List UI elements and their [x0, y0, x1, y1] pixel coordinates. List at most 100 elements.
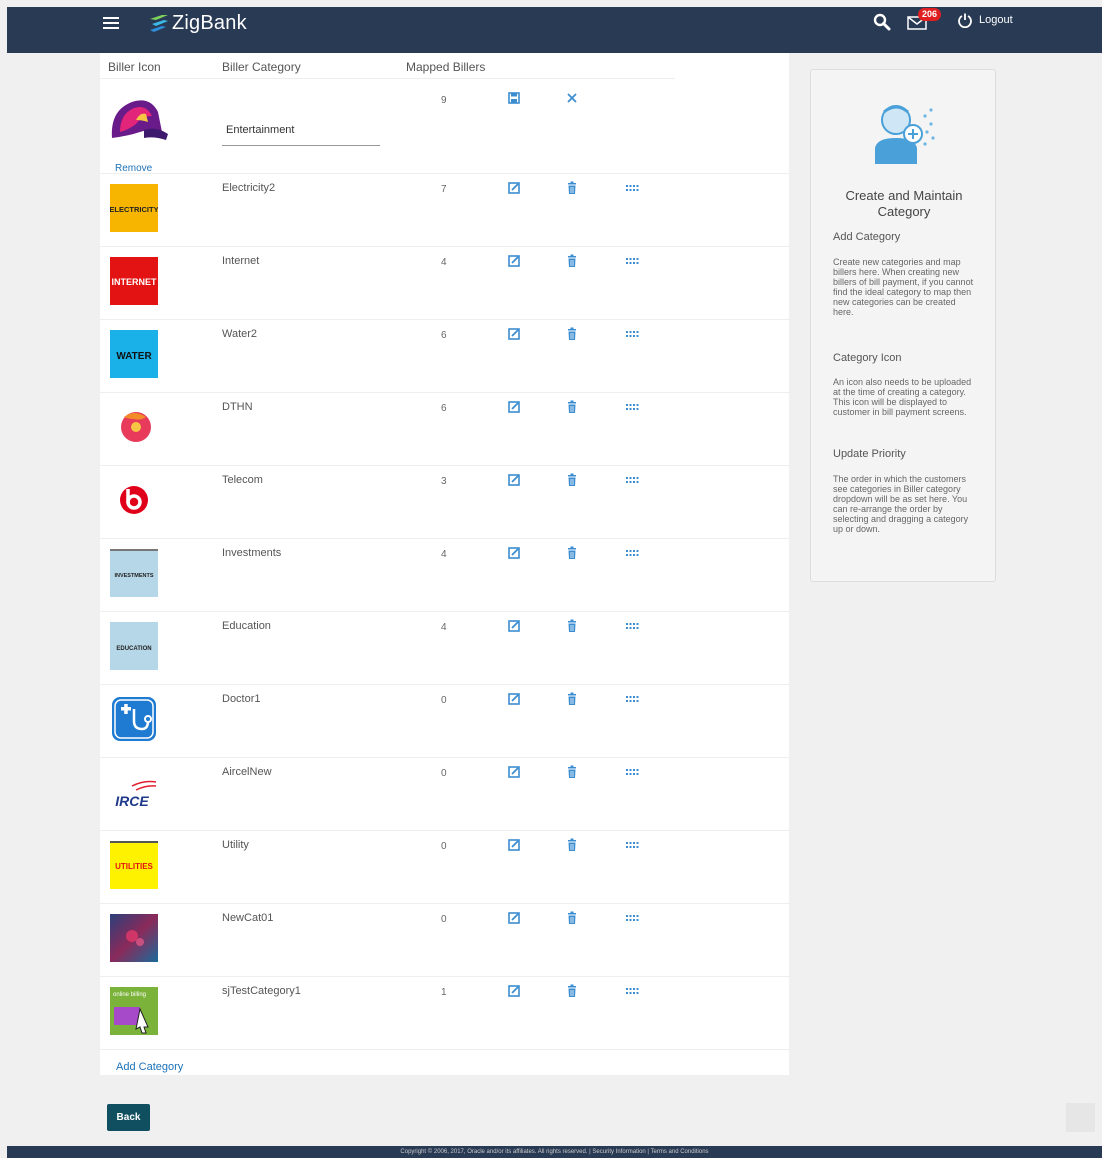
edit-icon[interactable]: [507, 911, 521, 925]
drag-handle-icon[interactable]: [625, 327, 639, 341]
edit-icon[interactable]: [507, 838, 521, 852]
category-list-panel: Biller Icon Biller Category Mapped Bille…: [100, 53, 789, 1075]
delete-icon[interactable]: [565, 473, 579, 487]
logout-button[interactable]: Logout: [957, 12, 1013, 28]
user-add-illustration-icon: [875, 105, 935, 164]
category-name: Electricity2: [222, 182, 276, 194]
edit-icon[interactable]: [507, 984, 521, 998]
edit-icon[interactable]: [507, 327, 521, 341]
svg-text:INTERNET: INTERNET: [112, 277, 158, 287]
category-name: Education: [222, 620, 271, 632]
delete-icon[interactable]: [565, 254, 579, 268]
help-text-update-priority: The order in which the customers see cat…: [833, 474, 969, 534]
edit-icon[interactable]: [507, 473, 521, 487]
zigbank-logo[interactable]: ZigBank: [148, 9, 247, 37]
hamburger-menu-icon[interactable]: [103, 17, 119, 29]
save-icon[interactable]: [507, 91, 521, 105]
category-name: sjTestCategory1: [222, 985, 301, 997]
delete-icon[interactable]: [565, 692, 579, 706]
edit-icon[interactable]: [507, 546, 521, 560]
edit-icon[interactable]: [507, 692, 521, 706]
delete-icon[interactable]: [565, 327, 579, 341]
drag-handle-icon[interactable]: [625, 984, 639, 998]
edit-icon[interactable]: [507, 181, 521, 195]
category-name: Telecom: [222, 474, 263, 486]
edit-icon[interactable]: [507, 400, 521, 414]
edit-icon[interactable]: [507, 254, 521, 268]
scroll-to-top-button[interactable]: [1066, 1103, 1095, 1132]
table-row: EDUCATION Education 4: [100, 612, 789, 685]
drag-handle-icon[interactable]: [625, 765, 639, 779]
delete-icon[interactable]: [565, 181, 579, 195]
edit-icon[interactable]: [507, 765, 521, 779]
svg-text:IRCE: IRCE: [115, 793, 149, 809]
drag-handle-icon[interactable]: [625, 838, 639, 852]
electricity-logo-icon: ELECTRICITY: [109, 184, 159, 232]
svg-text:EDUCATION: EDUCATION: [116, 646, 151, 652]
power-icon: [958, 13, 972, 28]
taco-bell-logo-icon: [111, 100, 168, 140]
mapped-count: 0: [441, 768, 447, 779]
remove-icon-link[interactable]: Remove: [115, 163, 152, 174]
header-biller-category: Biller Category: [222, 60, 301, 74]
mapped-count: 6: [441, 403, 447, 414]
edit-icon[interactable]: [507, 619, 521, 633]
help-heading-category-icon: Category Icon: [833, 352, 902, 364]
drag-handle-icon[interactable]: [625, 692, 639, 706]
svg-text:online billing: online billing: [113, 992, 146, 998]
help-panel: Create and Maintain Category Add Categor…: [810, 69, 996, 582]
table-row: WATER Water2 6: [100, 320, 789, 393]
help-title: Create and Maintain Category: [845, 188, 963, 219]
back-button[interactable]: Back: [107, 1104, 150, 1131]
internet-logo-icon: INTERNET: [110, 257, 158, 305]
table-header: Biller Icon Biller Category Mapped Bille…: [100, 53, 675, 79]
mapped-count: 3: [441, 476, 447, 487]
mapped-count: 4: [441, 549, 447, 560]
table-row: DTHN 6: [100, 393, 789, 466]
mapped-count: 0: [441, 841, 447, 852]
help-text-add-category: Create new categories and map billers he…: [833, 257, 974, 317]
svg-text:WATER: WATER: [116, 351, 152, 362]
category-name: NewCat01: [222, 912, 274, 924]
delete-icon[interactable]: [565, 911, 579, 925]
delete-icon[interactable]: [565, 546, 579, 560]
logout-label: Logout: [979, 14, 1013, 26]
education-logo-icon: EDUCATION: [110, 622, 158, 670]
mapped-count: 0: [441, 914, 447, 925]
table-row-editing: Remove 9: [100, 80, 789, 174]
delete-icon[interactable]: [565, 838, 579, 852]
cancel-icon[interactable]: [565, 91, 579, 105]
logo-text: ZigBank: [172, 11, 247, 34]
category-name: AircelNew: [222, 766, 272, 778]
header-biller-icon: Biller Icon: [108, 60, 161, 74]
table-row: NewCat01 0: [100, 904, 789, 977]
drag-handle-icon[interactable]: [625, 619, 639, 633]
doctor-logo-icon: [110, 695, 158, 743]
search-icon[interactable]: [872, 12, 892, 32]
investments-logo-icon: INVESTMENTS: [110, 549, 158, 597]
delete-icon[interactable]: [565, 400, 579, 414]
mapped-count: 4: [441, 257, 447, 268]
drag-handle-icon[interactable]: [625, 911, 639, 925]
table-row: UTILITIES Utility 0: [100, 831, 789, 904]
delete-icon[interactable]: [565, 619, 579, 633]
delete-icon[interactable]: [565, 765, 579, 779]
drag-handle-icon[interactable]: [625, 400, 639, 414]
mapped-count: 1: [441, 987, 447, 998]
footer: Copyright © 2006, 2017, Oracle and/or it…: [7, 1146, 1102, 1158]
category-name-input[interactable]: [222, 114, 380, 146]
dthn-logo-icon: [110, 403, 158, 451]
drag-handle-icon[interactable]: [625, 473, 639, 487]
drag-handle-icon[interactable]: [625, 181, 639, 195]
delete-icon[interactable]: [565, 984, 579, 998]
category-name: Doctor1: [222, 693, 261, 705]
table-row: Telecom 3: [100, 466, 789, 539]
online-billing-logo-icon: online billing: [110, 987, 158, 1035]
add-category-link[interactable]: Add Category: [116, 1061, 183, 1073]
mapped-count: 7: [441, 184, 447, 195]
mapped-count: 0: [441, 695, 447, 706]
drag-handle-icon[interactable]: [625, 254, 639, 268]
drag-handle-icon[interactable]: [625, 546, 639, 560]
help-heading-add-category: Add Category: [833, 231, 901, 243]
water-logo-icon: WATER: [110, 330, 158, 378]
